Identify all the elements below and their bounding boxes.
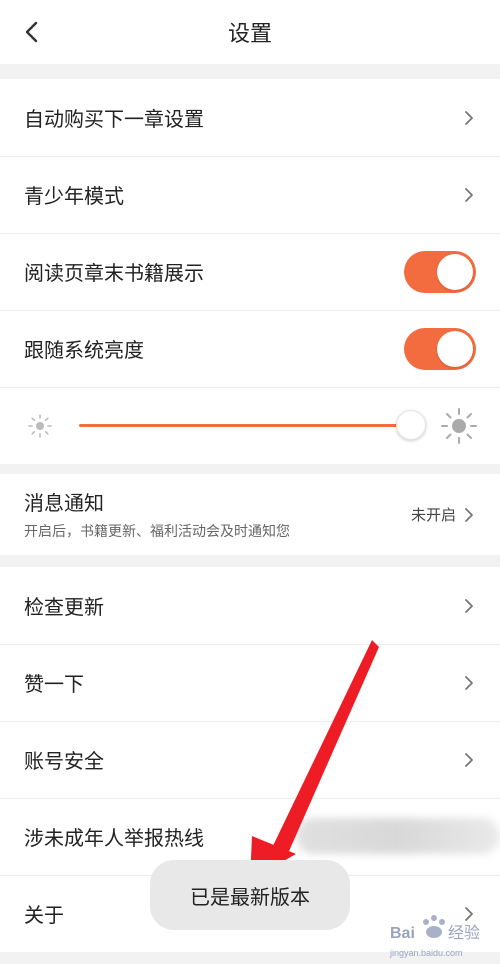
row-label: 青少年模式 [24, 184, 124, 208]
row-follow-system-brightness: 跟随系统亮度 [0, 310, 500, 387]
chevron-right-icon [465, 752, 473, 767]
chevron-right-icon [465, 110, 473, 125]
row-auto-purchase[interactable]: 自动购买下一章设置 [0, 79, 500, 156]
toggle-knob [437, 253, 473, 290]
chevron-right-icon [465, 187, 473, 202]
toggle-knob [437, 330, 473, 367]
notify-title: 消息通知 [24, 490, 104, 515]
toast-message: 已是最新版本 [150, 860, 350, 930]
svg-text:经验: 经验 [448, 923, 480, 942]
chapter-end-books-toggle[interactable] [404, 250, 476, 293]
row-label: 账号安全 [24, 749, 104, 773]
brightness-slider-row [0, 387, 500, 464]
hotline-number-blurred [296, 818, 500, 854]
row-check-update[interactable]: 检查更新 [0, 567, 500, 644]
follow-brightness-toggle[interactable] [404, 327, 476, 370]
row-label: 检查更新 [24, 595, 104, 619]
row-label: 赞一下 [24, 672, 84, 696]
notify-status: 未开启 [410, 506, 456, 524]
chevron-left-icon [25, 21, 38, 43]
row-teen-mode[interactable]: 青少年模式 [0, 156, 500, 233]
brightness-low-icon [28, 414, 52, 438]
settings-screen: 设置 自动购买下一章设置 青少年模式 阅读页章末书籍展示 跟随系统亮度 消息通知… [0, 0, 500, 964]
chevron-right-icon [465, 507, 473, 522]
row-account-security[interactable]: 账号安全 [0, 721, 500, 798]
chevron-right-icon [465, 675, 473, 690]
notify-subtitle: 开启后，书籍更新、福利活动会及时通知您 [24, 523, 290, 540]
row-chapter-end-books: 阅读页章末书籍展示 [0, 233, 500, 310]
brightness-high-icon [441, 408, 477, 444]
row-label: 自动购买下一章设置 [24, 107, 204, 131]
row-message-notify[interactable]: 消息通知 开启后，书籍更新、福利活动会及时通知您 未开启 [0, 474, 500, 555]
svg-text:jingyan.baidu.com: jingyan.baidu.com [389, 948, 463, 958]
notify-texts: 消息通知 开启后，书籍更新、福利活动会及时通知您 [24, 489, 411, 541]
chevron-right-icon [465, 598, 473, 613]
row-like[interactable]: 赞一下 [0, 644, 500, 721]
settings-group-notify: 消息通知 开启后，书籍更新、福利活动会及时通知您 未开启 [0, 474, 500, 555]
settings-group-purchase: 自动购买下一章设置 青少年模式 阅读页章末书籍展示 跟随系统亮度 [0, 79, 500, 464]
svg-text:Bai: Bai [390, 925, 415, 942]
brightness-slider-thumb[interactable] [396, 410, 426, 440]
page-title: 设置 [227, 22, 272, 47]
baidu-jingyan-watermark: Bai 经验 jingyan.baidu.com [388, 908, 498, 962]
back-button[interactable] [14, 14, 50, 50]
brightness-slider-track[interactable] [79, 424, 412, 427]
top-bar: 设置 [0, 0, 500, 64]
